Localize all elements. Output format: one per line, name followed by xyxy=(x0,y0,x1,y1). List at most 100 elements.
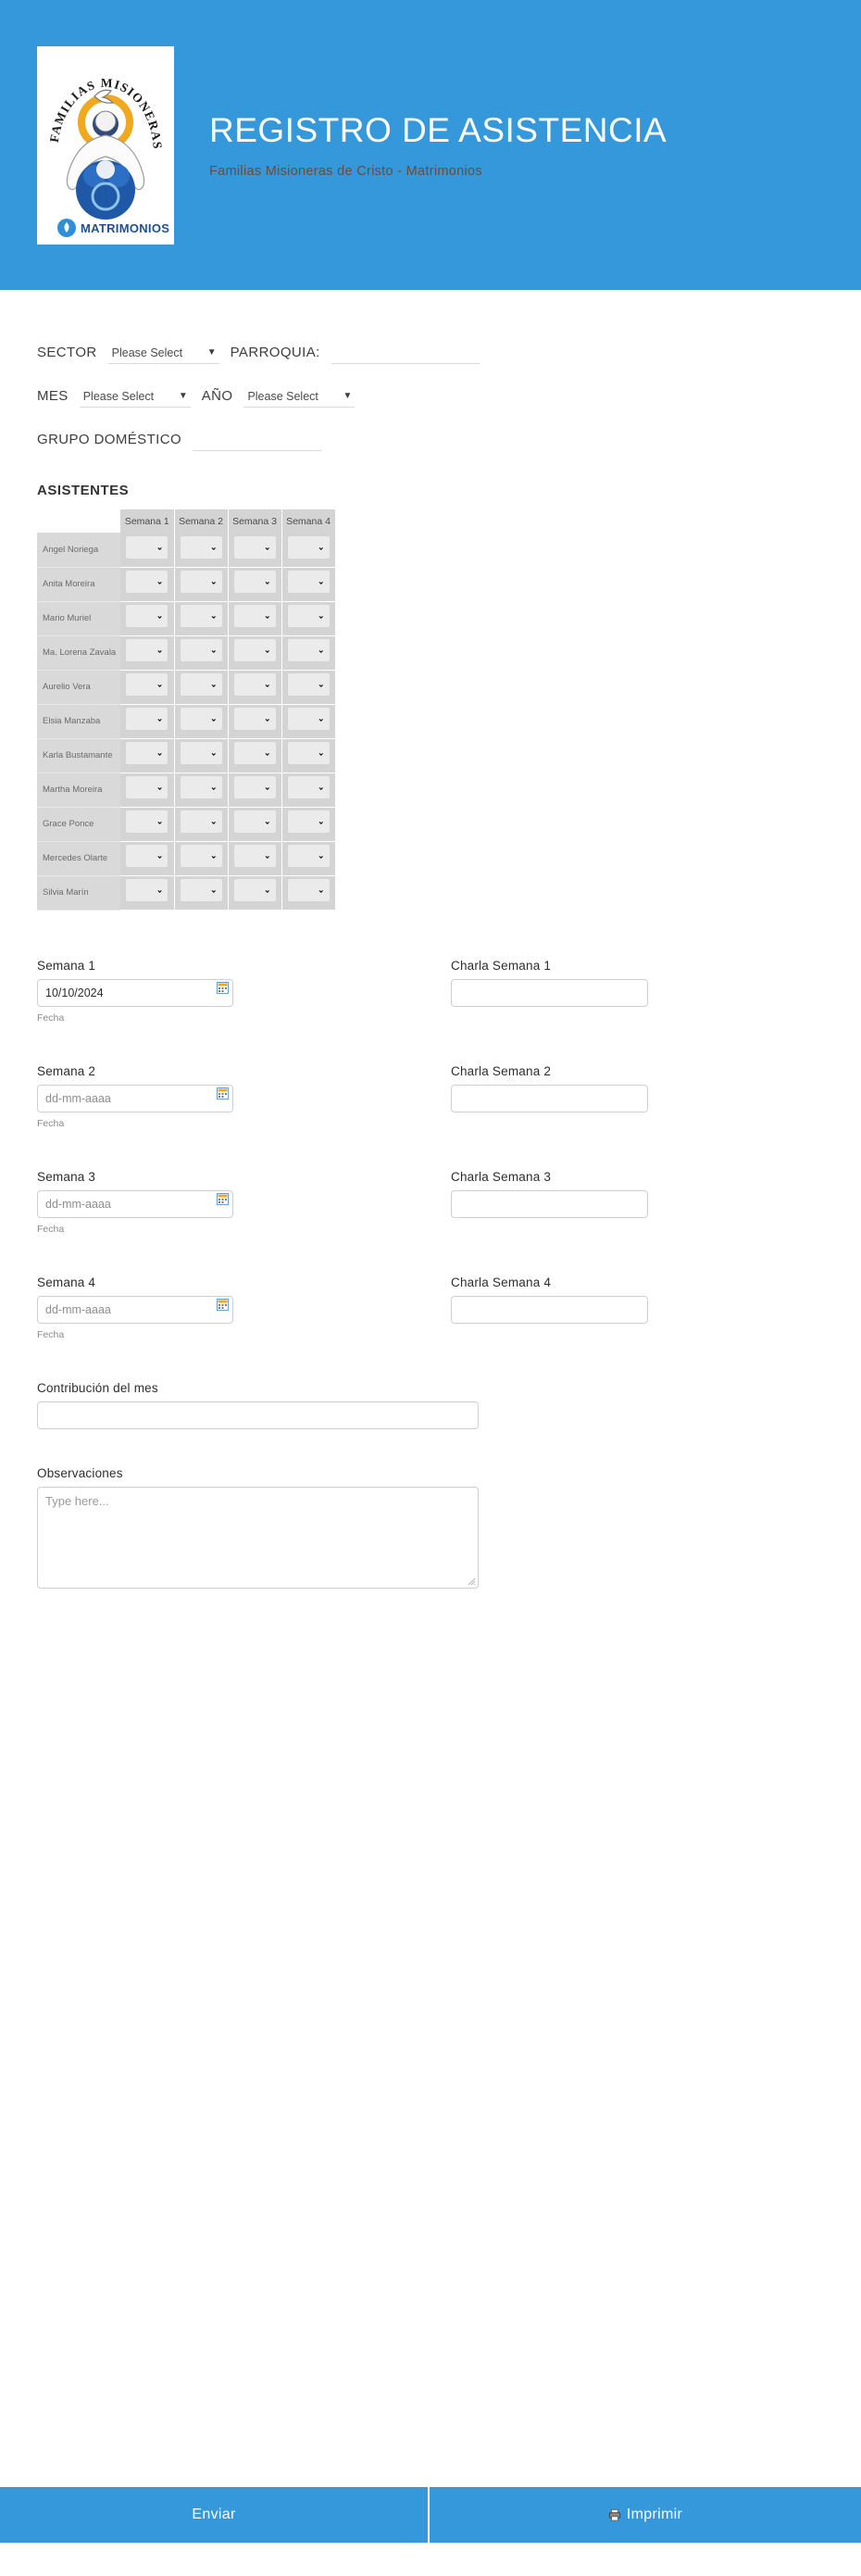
attendee-name: Silvia Marín xyxy=(37,875,120,911)
attendance-select-semana-4[interactable]: ⌄ xyxy=(286,707,331,731)
semana-3-date-input[interactable]: dd-mm-aaaa xyxy=(37,1189,233,1218)
attendance-select-semana-2[interactable]: ⌄ xyxy=(179,707,223,731)
attendance-select-semana-2[interactable]: ⌄ xyxy=(179,741,223,765)
print-button[interactable]: Imprimir xyxy=(430,2487,861,2543)
attendance-select-semana-3[interactable]: ⌄ xyxy=(232,878,277,902)
contribucion-input[interactable] xyxy=(37,1401,479,1429)
meta-row-mes-anio: MES Please Select ▼ AÑO Please Select ▼ xyxy=(37,376,824,408)
attendance-header-semana-3: Semana 3 xyxy=(228,509,282,533)
chevron-down-icon: ⌄ xyxy=(156,782,164,792)
semana-3-date-text: dd-mm-aaaa xyxy=(45,1197,111,1211)
sector-select[interactable]: Please Select ▼ xyxy=(107,346,219,364)
attendance-select-semana-4[interactable]: ⌄ xyxy=(286,878,331,902)
semana-1-helper: Fecha xyxy=(37,1012,65,1024)
calendar-icon[interactable] xyxy=(217,981,229,994)
charla-semana-2-label: Charla Semana 2 xyxy=(451,1063,552,1078)
attendance-select-semana-3[interactable]: ⌄ xyxy=(232,534,277,559)
attendance-select-semana-4[interactable]: ⌄ xyxy=(286,638,331,662)
calendar-icon[interactable] xyxy=(217,1087,229,1100)
attendance-select-semana-1[interactable]: ⌄ xyxy=(125,570,169,594)
chevron-down-icon: ⌄ xyxy=(263,542,271,552)
calendar-icon[interactable] xyxy=(217,1192,229,1205)
attendance-select-semana-2[interactable]: ⌄ xyxy=(179,570,223,594)
attendance-select-semana-1[interactable]: ⌄ xyxy=(125,534,169,559)
organization-logo: FAMILIAS MISIONERAS DE CRISTO xyxy=(37,45,174,245)
chevron-down-icon: ⌄ xyxy=(263,679,271,689)
attendance-select-semana-4[interactable]: ⌄ xyxy=(286,844,331,868)
attendance-cell: ⌄ xyxy=(120,567,175,602)
attendance-select-semana-3[interactable]: ⌄ xyxy=(232,707,277,731)
attendance-select-semana-2[interactable]: ⌄ xyxy=(179,672,223,697)
attendance-select-semana-3[interactable]: ⌄ xyxy=(232,672,277,697)
submit-button[interactable]: Enviar xyxy=(0,2487,430,2543)
charla-semana-4-input[interactable] xyxy=(451,1295,648,1324)
parroquia-input[interactable] xyxy=(331,344,480,364)
attendance-select-semana-3[interactable]: ⌄ xyxy=(232,604,277,628)
semana-4-label: Semana 4 xyxy=(37,1275,96,1289)
attendance-select-semana-2[interactable]: ⌄ xyxy=(179,775,223,799)
charla-semana-3-input[interactable] xyxy=(451,1189,648,1218)
charla-semana-2-input[interactable] xyxy=(451,1084,648,1112)
chevron-down-icon: ⌄ xyxy=(209,850,218,861)
chevron-down-icon: ⌄ xyxy=(317,850,325,861)
charla-semana-1-input[interactable] xyxy=(451,978,648,1007)
attendance-select-semana-4[interactable]: ⌄ xyxy=(286,534,331,559)
attendance-select-semana-1[interactable]: ⌄ xyxy=(125,810,169,834)
attendance-select-semana-3[interactable]: ⌄ xyxy=(232,741,277,765)
attendance-select-semana-1[interactable]: ⌄ xyxy=(125,844,169,868)
attendance-select-semana-1[interactable]: ⌄ xyxy=(125,878,169,902)
attendance-select-semana-1[interactable]: ⌄ xyxy=(125,672,169,697)
grupo-domestico-input[interactable] xyxy=(193,431,323,451)
mes-select[interactable]: Please Select ▼ xyxy=(79,390,191,408)
attendance-select-semana-2[interactable]: ⌄ xyxy=(179,810,223,834)
attendance-select-semana-4[interactable]: ⌄ xyxy=(286,570,331,594)
table-row: Aurelio Vera ⌄ ⌄ ⌄ ⌄ xyxy=(37,670,336,705)
semana-1-date-input[interactable]: 10/10/2024 xyxy=(37,978,233,1007)
attendance-select-semana-3[interactable]: ⌄ xyxy=(232,844,277,868)
attendance-select-semana-2[interactable]: ⌄ xyxy=(179,604,223,628)
attendance-select-semana-2[interactable]: ⌄ xyxy=(179,534,223,559)
attendance-select-semana-4[interactable]: ⌄ xyxy=(286,775,331,799)
sector-select-value: Please Select xyxy=(111,346,183,359)
semana-2-date-input[interactable]: dd-mm-aaaa xyxy=(37,1084,233,1112)
semana-2-helper: Fecha xyxy=(37,1117,65,1129)
attendance-header-semana-4: Semana 4 xyxy=(281,509,336,533)
attendance-select-semana-2[interactable]: ⌄ xyxy=(179,638,223,662)
observaciones-textarea[interactable]: Type here... xyxy=(37,1486,479,1589)
attendance-select-semana-1[interactable]: ⌄ xyxy=(125,775,169,799)
attendance-cell: ⌄ xyxy=(281,601,336,636)
attendance-select-semana-3[interactable]: ⌄ xyxy=(232,810,277,834)
calendar-icon[interactable] xyxy=(217,1298,229,1311)
table-row: Grace Ponce ⌄ ⌄ ⌄ ⌄ xyxy=(37,807,336,842)
attendance-cell: ⌄ xyxy=(281,567,336,602)
asistentes-heading: ASISTENTES xyxy=(37,483,130,498)
table-row: Martha Moreira ⌄ ⌄ ⌄ ⌄ xyxy=(37,773,336,808)
attendance-select-semana-2[interactable]: ⌄ xyxy=(179,844,223,868)
semana-4-field-group: Semana 4 dd-mm-aaaa Fecha xyxy=(37,1275,410,1340)
chevron-down-icon: ⌄ xyxy=(317,748,325,758)
attendance-select-semana-1[interactable]: ⌄ xyxy=(125,638,169,662)
anio-select[interactable]: Please Select ▼ xyxy=(243,390,356,408)
parroquia-label: PARROQUIA: xyxy=(230,345,320,360)
resize-handle-icon[interactable] xyxy=(467,1577,476,1586)
chevron-down-icon: ⌄ xyxy=(209,610,218,621)
attendance-select-semana-1[interactable]: ⌄ xyxy=(125,604,169,628)
table-row: Elsia Manzaba ⌄ ⌄ ⌄ ⌄ xyxy=(37,704,336,739)
attendance-select-semana-3[interactable]: ⌄ xyxy=(232,570,277,594)
attendance-cell: ⌄ xyxy=(281,533,336,568)
meta-row-sector-parroquia: SECTOR Please Select ▼ PARROQUIA: xyxy=(37,333,824,364)
page-header: FAMILIAS MISIONERAS DE CRISTO xyxy=(0,0,861,290)
attendance-select-semana-4[interactable]: ⌄ xyxy=(286,672,331,697)
attendance-select-semana-3[interactable]: ⌄ xyxy=(232,775,277,799)
attendance-select-semana-4[interactable]: ⌄ xyxy=(286,741,331,765)
attendance-select-semana-4[interactable]: ⌄ xyxy=(286,604,331,628)
charla-semana-4-label: Charla Semana 4 xyxy=(451,1275,552,1289)
chevron-down-icon: ⌄ xyxy=(209,542,218,552)
attendance-select-semana-3[interactable]: ⌄ xyxy=(232,638,277,662)
attendance-select-semana-2[interactable]: ⌄ xyxy=(179,878,223,902)
attendance-cell: ⌄ xyxy=(228,635,282,671)
attendance-select-semana-1[interactable]: ⌄ xyxy=(125,707,169,731)
semana-4-date-input[interactable]: dd-mm-aaaa xyxy=(37,1295,233,1324)
attendance-select-semana-1[interactable]: ⌄ xyxy=(125,741,169,765)
attendance-select-semana-4[interactable]: ⌄ xyxy=(286,810,331,834)
